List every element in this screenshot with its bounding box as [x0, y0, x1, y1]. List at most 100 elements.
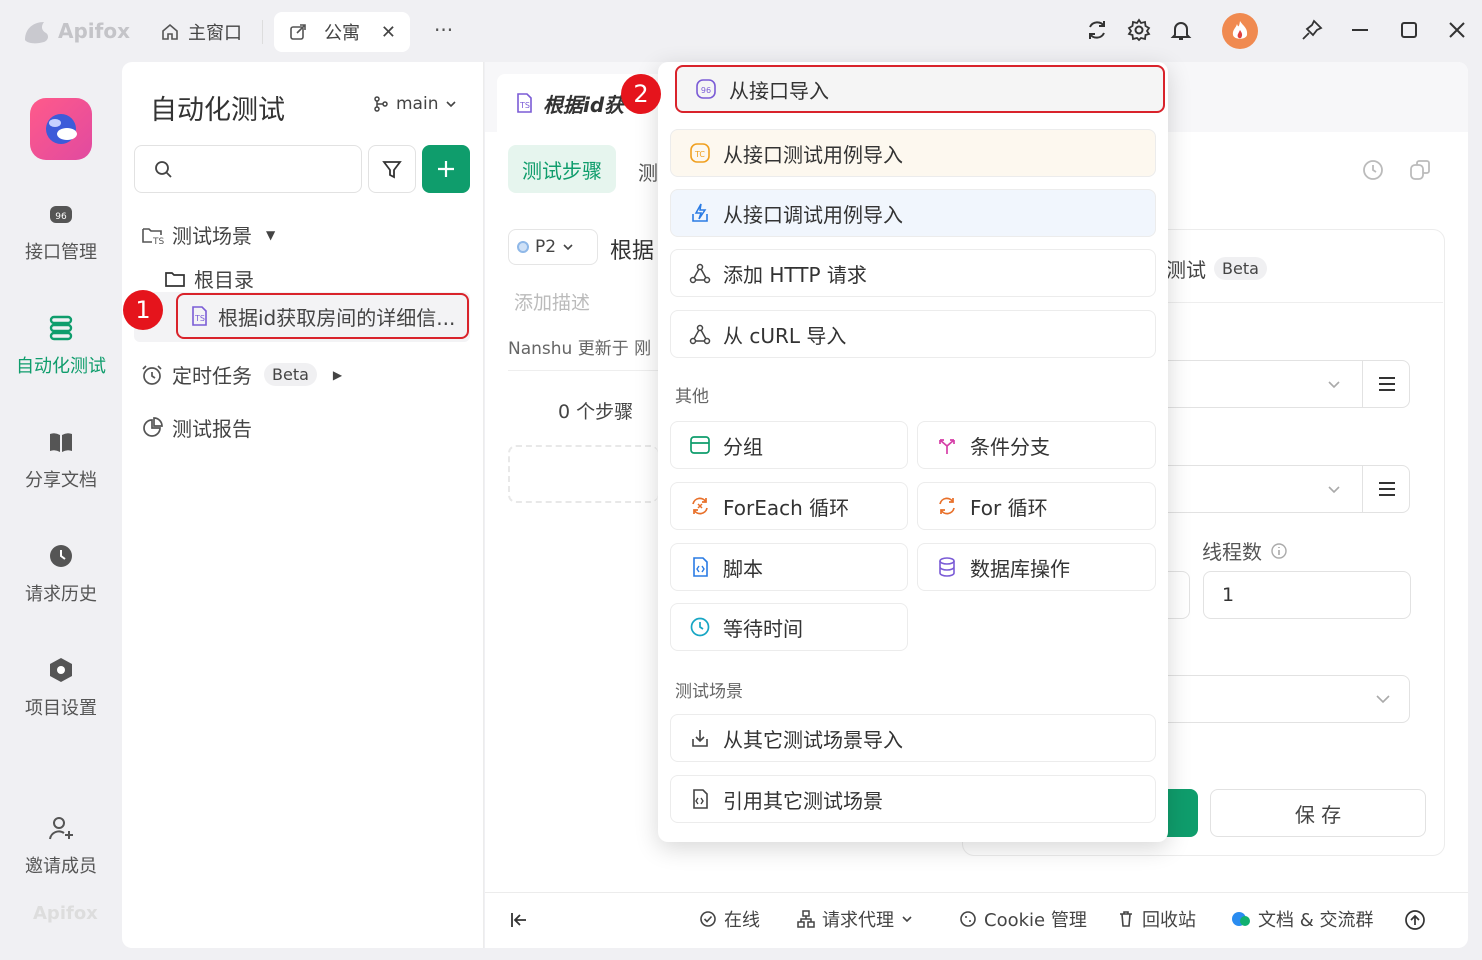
priority-value: P2 [535, 237, 557, 257]
annotation-badge-1: 1 [123, 290, 163, 330]
advanced-select[interactable] [1160, 675, 1410, 723]
tree-search-input[interactable] [134, 145, 362, 193]
close-window-icon[interactable] [1445, 18, 1471, 44]
menu-item-reference-scenario[interactable]: 引用其它测试场景 [670, 775, 1156, 823]
nav-item-project-settings[interactable]: 项目设置 [0, 656, 122, 720]
tab-divider [262, 20, 263, 44]
scenario-name[interactable]: 根据 [610, 233, 654, 265]
minimize-icon[interactable] [1348, 18, 1374, 44]
menu-section-other: 其他 [675, 387, 709, 407]
database-icon [939, 557, 955, 577]
menu-item-database[interactable]: 数据库操作 [917, 543, 1156, 591]
svg-text:TC: TC [694, 150, 705, 159]
cookie-management[interactable]: Cookie 管理 [958, 906, 1087, 932]
menu-item-label: 数据库操作 [970, 556, 1070, 581]
docs-community[interactable]: 文档 & 交流群 [1230, 906, 1373, 932]
menu-lines-icon[interactable] [1376, 373, 1398, 395]
maximize-icon[interactable] [1397, 18, 1423, 44]
collapse-sidebar-icon[interactable] [508, 909, 530, 931]
tree-label: 根目录 [194, 268, 254, 292]
settings-gear-icon[interactable] [1127, 18, 1153, 44]
menu-item-import-from-api[interactable]: 96 从接口导入 [675, 65, 1165, 113]
tree-label: 根据id获取房间的详细信... [218, 305, 456, 330]
tab-apartment[interactable]: 公寓 ✕ [274, 12, 410, 52]
group-icon [690, 436, 710, 454]
menu-item-script[interactable]: 脚本 [670, 543, 908, 591]
nav-item-request-history[interactable]: 请求历史 [0, 542, 122, 606]
branch-selector[interactable]: main [372, 94, 458, 114]
priority-dot-icon [517, 241, 529, 253]
for-loop-icon [939, 497, 955, 515]
home-icon [162, 23, 178, 40]
annotation-badge-2: 2 [621, 74, 661, 114]
test-data-select[interactable] [1160, 465, 1410, 513]
more-tabs-icon[interactable]: ··· [434, 18, 453, 42]
history-icon[interactable] [1360, 157, 1386, 183]
chat-bubble-icon [1232, 912, 1250, 926]
bottom-label: 在线 [724, 910, 760, 931]
threads-label-text: 线程数 [1202, 540, 1262, 564]
add-description-field[interactable]: 添加描述 [514, 288, 590, 315]
menu-item-label: 等待时间 [723, 616, 803, 641]
tree-scheduled-tasks[interactable]: 定时任务 Beta ▶ [140, 360, 342, 389]
tree-root-folder[interactable]: 根目录 [164, 264, 254, 293]
bottom-label: 请求代理 [822, 910, 894, 931]
trash-icon [1120, 911, 1132, 927]
nav-item-invite-members[interactable]: 邀请成员 [0, 814, 122, 878]
menu-item-label: 条件分支 [970, 434, 1050, 459]
curl-icon [689, 324, 711, 345]
subtab-test-steps[interactable]: 测试步骤 [508, 145, 616, 193]
nav-label: 请求历史 [25, 584, 97, 605]
recycle-bin[interactable]: 回收站 [1116, 906, 1196, 932]
menu-item-wait-time[interactable]: 等待时间 [670, 603, 908, 651]
foreach-loop-icon [692, 497, 708, 515]
priority-select[interactable]: P2 [508, 229, 598, 265]
project-avatar[interactable] [30, 98, 92, 160]
menu-item-import-debug-case[interactable]: 从接口调试用例导入 [670, 189, 1156, 237]
nav-item-api-management[interactable]: 96 接口管理 [0, 200, 122, 264]
nav-label: 分享文档 [25, 470, 97, 491]
tree-item-scenario[interactable]: TS 根据id获取房间的详细信... [176, 293, 469, 339]
menu-item-import-test-case[interactable]: TC 从接口测试用例导入 [670, 129, 1156, 177]
add-step-dropzone[interactable] [508, 445, 658, 503]
menu-item-foreach-loop[interactable]: ForEach 循环 [670, 482, 908, 530]
svg-text:96: 96 [55, 212, 67, 222]
left-panel [122, 62, 484, 948]
nav-item-share-docs[interactable]: 分享文档 [0, 428, 122, 492]
menu-item-add-http-request[interactable]: 添加 HTTP 请求 [670, 249, 1156, 297]
menu-lines-icon[interactable] [1376, 478, 1398, 500]
copy-icon[interactable] [1407, 157, 1433, 183]
ts-file-icon: TS [192, 306, 207, 326]
environment-select[interactable] [1160, 360, 1410, 408]
scenario-folder-icon: TS [142, 227, 164, 247]
notification-bell-icon[interactable] [1169, 18, 1195, 44]
menu-item-group[interactable]: 分组 [670, 421, 908, 469]
steps-count: 0 个步骤 [558, 401, 634, 423]
app-name: Apifox [58, 19, 130, 43]
save-button[interactable]: 保 存 [1210, 789, 1426, 837]
timer-icon [690, 617, 710, 637]
add-button[interactable] [422, 145, 470, 193]
page-title: 自动化测试 [150, 95, 285, 126]
filter-button[interactable] [368, 145, 416, 193]
menu-item-import-curl[interactable]: 从 cURL 导入 [670, 310, 1156, 358]
scroll-top-icon[interactable] [1404, 909, 1426, 931]
nav-item-automated-testing[interactable]: 自动化测试 [0, 314, 122, 378]
refresh-icon[interactable] [1085, 18, 1111, 44]
status-online[interactable]: 在线 [698, 906, 760, 932]
menu-item-import-other-scenario[interactable]: 从其它测试场景导入 [670, 714, 1156, 762]
menu-item-label: 脚本 [723, 556, 763, 581]
branch-split-icon [939, 439, 955, 454]
user-avatar[interactable] [1222, 13, 1258, 49]
tree-test-reports[interactable]: 测试报告 [140, 413, 252, 442]
tree-test-scenarios[interactable]: TS 测试场景 ▼ [140, 220, 275, 249]
filter-icon [382, 161, 402, 179]
tab-main-window[interactable]: 主窗口 [146, 12, 256, 52]
threads-input[interactable]: 1 [1203, 571, 1411, 619]
menu-item-for-loop[interactable]: For 循环 [917, 482, 1156, 530]
request-proxy[interactable]: 请求代理 [796, 906, 914, 932]
pin-icon[interactable] [1300, 18, 1326, 44]
subtab-other[interactable]: 测 [638, 157, 658, 186]
close-tab-icon[interactable]: ✕ [381, 22, 396, 43]
menu-item-condition-branch[interactable]: 条件分支 [917, 421, 1156, 469]
